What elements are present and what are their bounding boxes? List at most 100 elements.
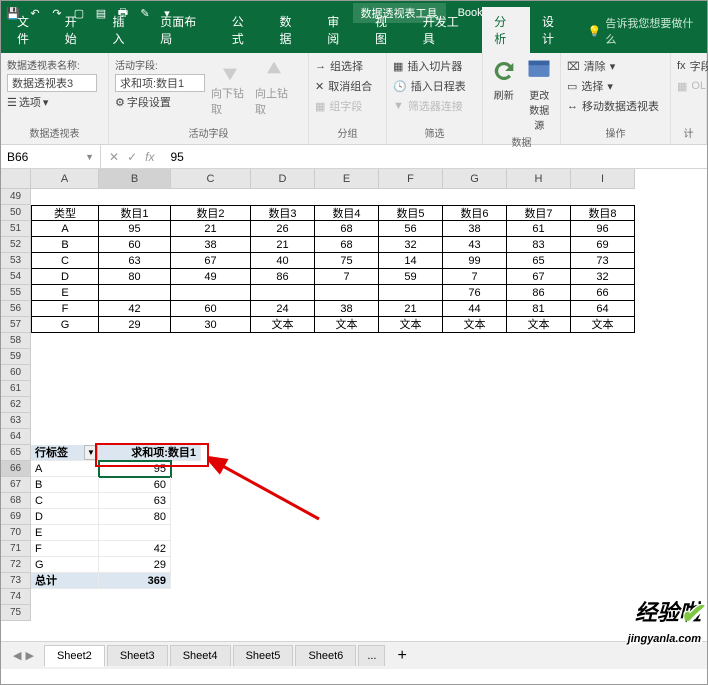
cell[interactable]: 73 — [571, 253, 635, 269]
tell-me[interactable]: 💡 告诉我您想要做什么 — [584, 9, 707, 53]
field-button[interactable]: fx 字段 — [677, 57, 708, 75]
row-header[interactable]: 75 — [1, 605, 31, 621]
tab-layout[interactable]: 页面布局 — [148, 7, 219, 53]
column-header[interactable]: B — [99, 169, 171, 189]
move-button[interactable]: ↔ 移动数据透视表 — [567, 97, 659, 115]
cell[interactable]: 68 — [315, 221, 379, 237]
group-selection-button[interactable]: → 组选择 — [315, 57, 372, 75]
cell[interactable]: 40 — [251, 253, 315, 269]
cell[interactable] — [379, 285, 443, 301]
olap-button[interactable]: ▦ OL — [677, 77, 708, 95]
cell[interactable]: 文本 — [251, 317, 315, 333]
cancel-icon[interactable]: ✕ — [109, 150, 119, 164]
cell[interactable]: F — [31, 301, 99, 317]
cell[interactable]: 60 — [99, 237, 171, 253]
select-button[interactable]: ▭ 选择 ▾ — [567, 77, 659, 95]
cell[interactable]: 60 — [99, 477, 171, 493]
cell[interactable]: E — [31, 285, 99, 301]
cell[interactable]: 文本 — [571, 317, 635, 333]
cell[interactable]: 81 — [507, 301, 571, 317]
cell[interactable]: 80 — [99, 269, 171, 285]
column-header[interactable]: I — [571, 169, 635, 189]
row-header[interactable]: 58 — [1, 333, 31, 349]
cell[interactable]: 95 — [99, 221, 171, 237]
row-header[interactable]: 68 — [1, 493, 31, 509]
cell[interactable]: 29 — [99, 317, 171, 333]
cell[interactable]: 43 — [443, 237, 507, 253]
row-header[interactable]: 74 — [1, 589, 31, 605]
name-box[interactable]: B66 ▼ — [1, 145, 101, 168]
grid[interactable]: ABCDEFGHI 495051525354555657585960616263… — [1, 169, 707, 641]
cell[interactable]: C — [31, 493, 99, 509]
row-header[interactable]: 63 — [1, 413, 31, 429]
cell[interactable]: 99 — [443, 253, 507, 269]
row-header[interactable]: 61 — [1, 381, 31, 397]
tab-view[interactable]: 视图 — [363, 7, 411, 53]
column-header[interactable]: E — [315, 169, 379, 189]
cell[interactable]: 59 — [379, 269, 443, 285]
cell[interactable]: 68 — [315, 237, 379, 253]
row-header[interactable]: 52 — [1, 237, 31, 253]
cell[interactable]: 数目2 — [171, 205, 251, 221]
cell[interactable]: 75 — [315, 253, 379, 269]
cell[interactable] — [251, 285, 315, 301]
tab-home[interactable]: 开始 — [53, 7, 101, 53]
cell[interactable]: 21 — [379, 301, 443, 317]
cell[interactable]: 14 — [379, 253, 443, 269]
cell[interactable]: 文本 — [443, 317, 507, 333]
cell[interactable]: 44 — [443, 301, 507, 317]
cell[interactable]: 80 — [99, 509, 171, 525]
cell[interactable]: 24 — [251, 301, 315, 317]
cell[interactable]: A — [31, 461, 99, 477]
cell[interactable]: 95 — [99, 461, 171, 477]
cell[interactable]: 63 — [99, 493, 171, 509]
row-header[interactable]: 49 — [1, 189, 31, 205]
field-settings-button[interactable]: ⚙字段设置 — [115, 94, 205, 110]
cell[interactable]: 数目3 — [251, 205, 315, 221]
sheet-tab[interactable]: Sheet2 — [44, 645, 105, 667]
row-header[interactable]: 72 — [1, 557, 31, 573]
chevron-down-icon[interactable]: ▼ — [85, 152, 94, 162]
cell[interactable]: G — [31, 557, 99, 573]
cell[interactable]: 42 — [99, 541, 171, 557]
cell[interactable]: 类型 — [31, 205, 99, 221]
cell[interactable]: B — [31, 237, 99, 253]
filter-conn-button[interactable]: ▼ 筛选器连接 — [393, 97, 466, 115]
pivot-name-input[interactable]: 数据透视表3 — [7, 74, 97, 92]
cell[interactable]: 369 — [99, 573, 171, 589]
row-header[interactable]: 67 — [1, 477, 31, 493]
cell[interactable]: 32 — [379, 237, 443, 253]
insert-timeline-button[interactable]: 🕓 插入日程表 — [393, 77, 466, 95]
cell[interactable]: 49 — [171, 269, 251, 285]
sheet-more[interactable]: ... — [358, 645, 385, 666]
cell[interactable]: 86 — [507, 285, 571, 301]
cell[interactable]: 21 — [251, 237, 315, 253]
cell[interactable]: 数目8 — [571, 205, 635, 221]
cell[interactable]: F — [31, 541, 99, 557]
prev-sheet-icon[interactable]: ◀ — [13, 649, 21, 662]
cell[interactable]: 文本 — [315, 317, 379, 333]
cell[interactable]: 56 — [379, 221, 443, 237]
cell[interactable]: 数目4 — [315, 205, 379, 221]
cell[interactable]: D — [31, 269, 99, 285]
cell[interactable]: 67 — [507, 269, 571, 285]
sheet-tab[interactable]: Sheet4 — [170, 645, 231, 666]
tab-formulas[interactable]: 公式 — [220, 7, 268, 53]
cell[interactable] — [171, 285, 251, 301]
sheet-tab[interactable]: Sheet3 — [107, 645, 168, 666]
cell[interactable]: 32 — [571, 269, 635, 285]
column-header[interactable]: F — [379, 169, 443, 189]
options-button[interactable]: ☰选项 ▾ — [7, 94, 97, 110]
drill-up-button[interactable]: 向上钻取 — [255, 57, 293, 117]
cell[interactable]: 63 — [99, 253, 171, 269]
formula-input[interactable]: 95 — [162, 145, 707, 168]
cell[interactable]: 数目1 — [99, 205, 171, 221]
cell[interactable]: D — [31, 509, 99, 525]
tab-data[interactable]: 数据 — [267, 7, 315, 53]
row-header[interactable]: 73 — [1, 573, 31, 589]
sheet-tab[interactable]: Sheet5 — [233, 645, 294, 666]
column-header[interactable]: H — [507, 169, 571, 189]
cell[interactable]: 65 — [507, 253, 571, 269]
cell[interactable]: 69 — [571, 237, 635, 253]
cell[interactable]: 76 — [443, 285, 507, 301]
